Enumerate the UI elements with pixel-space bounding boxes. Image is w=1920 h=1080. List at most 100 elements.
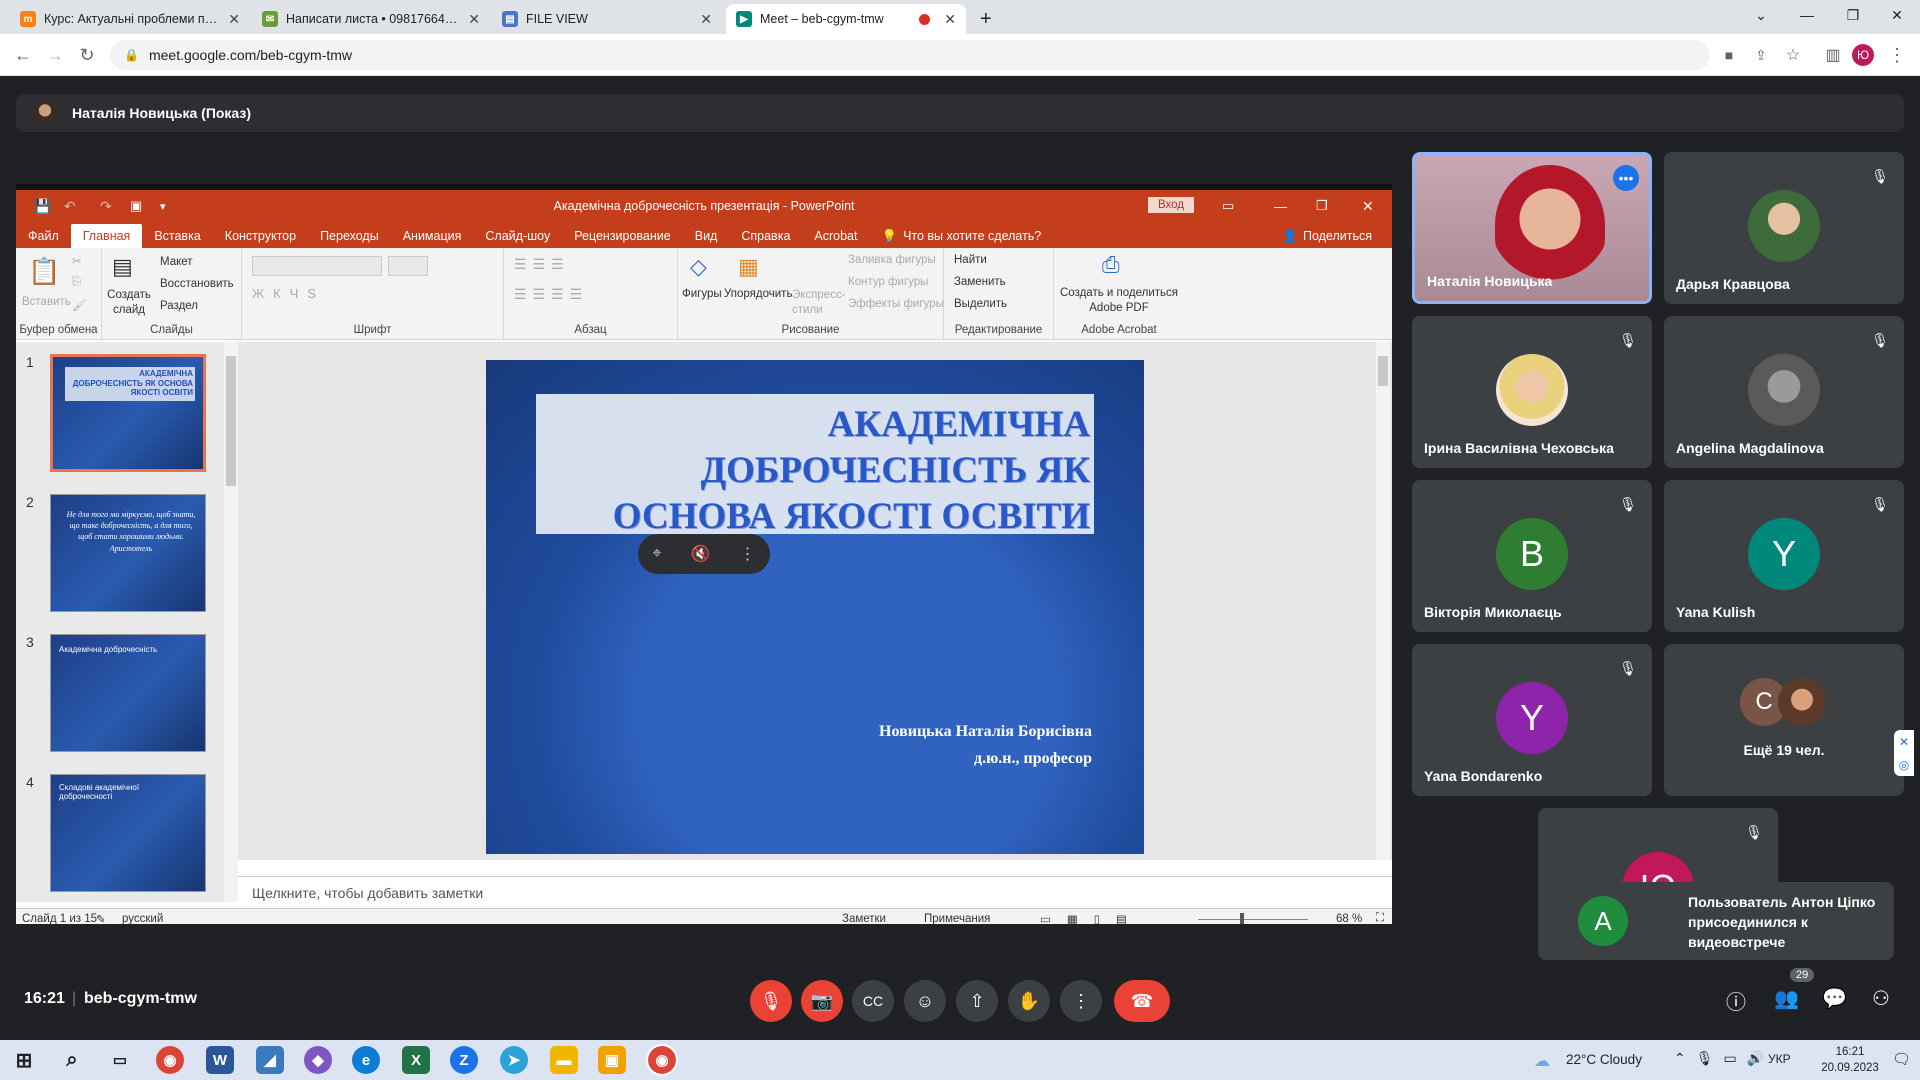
undo-icon[interactable]: ↶ (64, 198, 76, 215)
participant-tile[interactable]: 🎙 В Вікторія Миколаєць (1412, 480, 1652, 632)
participant-tile-presenter[interactable]: ••• Наталія Новицька (1412, 152, 1652, 304)
align-icons[interactable]: ☰☰☰☰ (514, 286, 588, 303)
browser-tab-mail[interactable]: ✉ Написати листа • 0981766452@ ✕ (252, 4, 490, 34)
tab-design[interactable]: Конструктор (213, 224, 308, 248)
copy-icon[interactable]: ⎘ (72, 276, 81, 289)
participant-tile[interactable]: 🎙 Ірина Василівна Чеховська (1412, 316, 1652, 468)
excel-icon[interactable]: X (402, 1046, 430, 1074)
spellcheck-icon[interactable]: ✎ (96, 912, 106, 924)
emoji-button[interactable]: ☺ (904, 980, 946, 1022)
tab-file[interactable]: Файл (16, 224, 71, 248)
forward-icon[interactable]: → (42, 42, 68, 68)
thumb-slide-4[interactable]: Складові академічної доброчесності (50, 774, 206, 892)
save-icon[interactable]: 💾 (34, 198, 51, 215)
section-button[interactable]: Раздел (160, 300, 198, 312)
mute-overlay-icon[interactable]: 🔇 (691, 544, 711, 564)
search-icon[interactable]: ⌕ (58, 1046, 86, 1074)
tab-search-icon[interactable]: ⌄ (1738, 0, 1784, 30)
more-options-icon[interactable]: ⋮ (739, 544, 755, 564)
close-icon[interactable]: ✕ (700, 11, 712, 28)
chat-icon[interactable]: 💬 (1822, 986, 1847, 1011)
shapes-button[interactable]: Фигуры (682, 288, 722, 300)
replace-button[interactable]: Заменить (954, 276, 1006, 288)
paste-icon[interactable]: 📋 (28, 256, 60, 287)
participant-tile[interactable]: 🎙 Angelina Magdalinova (1664, 316, 1904, 468)
more-options-button[interactable]: ⋮ (1060, 980, 1102, 1022)
app-icon[interactable]: ◆ (304, 1046, 332, 1074)
close-window-icon[interactable]: ✕ (1874, 0, 1920, 30)
reset-button[interactable]: Восстановить (160, 278, 234, 290)
edit-scrollbar[interactable] (1376, 342, 1390, 860)
close-icon[interactable]: ✕ (1899, 735, 1909, 749)
zoom-icon[interactable]: Z (450, 1046, 478, 1074)
edge-icon[interactable]: e (352, 1046, 380, 1074)
participant-tile[interactable]: 🎙 Y Yana Bondarenko (1412, 644, 1652, 796)
new-slide-button[interactable]: Создать слайд (106, 288, 152, 318)
extension-side-widget[interactable]: ✕ ◎ (1894, 730, 1914, 776)
more-participants-tile[interactable]: С Ещё 19 чел. (1664, 644, 1904, 796)
telegram-icon[interactable]: ➤ (500, 1046, 528, 1074)
paste-button[interactable]: Вставить (22, 296, 71, 308)
chrome-profile-icon[interactable]: ◉ (646, 1044, 678, 1076)
menu-dots-icon[interactable]: ⋮ (1884, 42, 1910, 68)
adobe-pdf-icon[interactable]: ⎙ (1102, 252, 1120, 278)
redo-icon[interactable]: ↷ (100, 198, 112, 215)
share-button[interactable]: 👤 Поделиться (1270, 224, 1392, 248)
close-icon[interactable]: ✕ (468, 11, 480, 28)
tab-insert[interactable]: Вставка (142, 224, 212, 248)
minimize-icon[interactable]: — (1274, 199, 1287, 214)
current-slide[interactable]: АКАДЕМІЧНА ДОБРОЧЕСНІСТЬ ЯК ОСНОВА ЯКОСТ… (486, 360, 1144, 854)
format-painter-icon[interactable]: 🖌 (72, 298, 87, 312)
weather-label[interactable]: 22°C Cloudy (1566, 1052, 1642, 1067)
tab-home[interactable]: Главная (70, 224, 143, 248)
create-pdf-button[interactable]: Создать и поделиться Adobe PDF (1058, 286, 1180, 316)
font-name-select[interactable] (252, 256, 382, 276)
store-icon[interactable]: ▣ (598, 1046, 626, 1074)
share-icon[interactable]: ⇪ (1748, 42, 1774, 68)
thumb-slide-1[interactable]: АКАДЕМІЧНА ДОБРОЧЕСНІСТЬ ЯК ОСНОВА ЯКОСТ… (50, 354, 206, 472)
side-panel-icon[interactable]: ▥ (1820, 42, 1846, 68)
clock[interactable]: 16:21 20.09.2023 (1810, 1044, 1890, 1076)
browser-tab-file-view[interactable]: ▤ FILE VIEW ✕ (492, 4, 722, 34)
restore-icon[interactable]: ❐ (1830, 0, 1876, 30)
thumb-slide-2[interactable]: Не для того ми міркуємо, щоб знати, що т… (50, 494, 206, 612)
present-screen-button[interactable]: ⇧ (956, 980, 998, 1022)
quick-styles-button[interactable]: Экспресс-стили (792, 288, 846, 318)
thumbs-scrollbar[interactable] (224, 342, 238, 902)
shape-effects-button[interactable]: Эффекты фигуры (848, 298, 944, 310)
font-style-buttons[interactable]: ЖКЧS (252, 286, 325, 301)
layout-button[interactable]: Макет (160, 256, 193, 268)
new-slide-icon[interactable]: ▤ (112, 254, 133, 280)
new-tab-button[interactable]: + (970, 4, 1004, 34)
tab-animation[interactable]: Анимация (391, 224, 474, 248)
participant-tile[interactable]: 🎙 Y Yana Kulish (1664, 480, 1904, 632)
ribbon-display-icon[interactable]: ▭ (1222, 198, 1234, 214)
minimize-icon[interactable]: — (1784, 0, 1830, 30)
customize-icon[interactable]: ▾ (160, 200, 166, 213)
find-button[interactable]: Найти (954, 254, 987, 266)
notes-button[interactable]: Заметки (842, 913, 886, 924)
tell-me-box[interactable]: 💡 Что вы хотите сделать? (870, 224, 1054, 248)
participant-tile[interactable]: 🎙 Дарья Кравцова (1664, 152, 1904, 304)
url-bar[interactable]: 🔒 meet.google.com/beb-cgym-tmw (110, 40, 1710, 70)
captions-button[interactable]: CC (852, 980, 894, 1022)
arrange-button[interactable]: Упорядочить (724, 288, 792, 300)
extension-icon[interactable]: ◎ (1899, 758, 1909, 772)
font-size-select[interactable] (388, 256, 428, 276)
profile-avatar[interactable]: Ю (1852, 44, 1874, 66)
comments-button[interactable]: Примечания (924, 913, 990, 924)
start-icon[interactable]: ⊞ (10, 1046, 38, 1074)
shapes-icon[interactable]: ◇ (690, 254, 707, 280)
tab-transitions[interactable]: Переходы (308, 224, 391, 248)
browser-tab-course[interactable]: m Курс: Актуальні проблеми прив ✕ (10, 4, 250, 34)
shape-outline-button[interactable]: Контур фигуры (848, 276, 928, 288)
chrome-icon[interactable]: ◉ (156, 1046, 184, 1074)
view-buttons[interactable]: ▭▦▯▤ (1040, 912, 1143, 924)
scrollbar-thumb[interactable] (1378, 356, 1388, 386)
word-icon[interactable]: W (206, 1046, 234, 1074)
info-icon[interactable]: ⓘ (1726, 986, 1746, 1015)
close-icon[interactable]: ✕ (228, 11, 240, 28)
mic-off-button[interactable]: 🎙 (750, 980, 792, 1022)
shape-fill-button[interactable]: Заливка фигуры (848, 254, 936, 266)
zoom-slider-thumb[interactable] (1240, 913, 1244, 924)
